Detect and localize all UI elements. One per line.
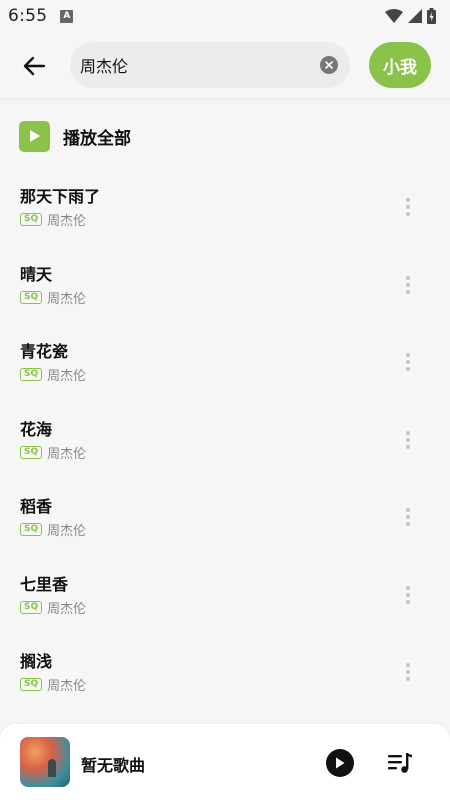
list-item[interactable]: 搁浅 SQ 周杰伦 [0, 633, 450, 711]
status-icons [385, 8, 436, 24]
song-title: 晴天 [20, 264, 53, 284]
song-title: 稻香 [20, 497, 53, 516]
search-header: 周杰伦 小我 [0, 40, 450, 90]
notification-icon: A [60, 9, 74, 23]
list-item[interactable]: 稻香 SQ 周杰伦 [0, 478, 450, 556]
play-icon [19, 120, 50, 152]
playlist-icon[interactable] [386, 751, 414, 775]
quality-badge: SQ [20, 290, 43, 304]
play-all-button[interactable]: 播放全部 [19, 118, 131, 154]
header-divider [0, 98, 450, 104]
signal-icon [408, 9, 422, 23]
close-icon [325, 61, 333, 69]
status-bar: 6:55 A [0, 0, 450, 32]
song-artist: 周杰伦 [47, 446, 87, 462]
song-title: 那天下雨了 [20, 187, 101, 206]
song-artist: 周杰伦 [47, 524, 87, 539]
mini-player[interactable]: 暂无歌曲 [0, 724, 450, 800]
more-options-button[interactable] [400, 584, 416, 606]
more-options-button[interactable] [400, 506, 416, 528]
list-item[interactable]: 晴天 SQ 周杰伦 [0, 246, 450, 324]
song-title: 搁浅 [20, 652, 53, 671]
song-list: 那天下雨了 SQ 周杰伦 晴天 SQ 周杰伦 青花瓷 SQ 周杰伦 花海 SQ 周杰伦 … [0, 168, 450, 711]
song-title: 花海 [20, 419, 53, 439]
player-play-button[interactable] [326, 749, 354, 777]
quality-badge: SQ [20, 600, 43, 614]
list-item[interactable]: 七里香 SQ 周杰伦 [0, 556, 450, 634]
more-options-button[interactable] [400, 661, 416, 683]
quality-badge: SQ [20, 368, 43, 381]
list-item[interactable]: 那天下雨了 SQ 周杰伦 [0, 168, 450, 246]
clear-search-button[interactable] [320, 56, 338, 74]
more-options-button[interactable] [400, 196, 416, 218]
more-options-button[interactable] [400, 274, 416, 296]
quality-badge: SQ [20, 445, 43, 459]
arrow-left-icon [23, 56, 46, 76]
quality-badge: SQ [20, 213, 43, 226]
song-artist: 周杰伦 [47, 601, 87, 617]
list-item[interactable]: 花海 SQ 周杰伦 [0, 401, 450, 479]
song-artist: 周杰伦 [47, 369, 87, 384]
song-title: 七里香 [20, 574, 69, 594]
play-all-label: 播放全部 [63, 128, 131, 149]
song-artist: 周杰伦 [47, 291, 87, 307]
now-playing-title: 暂无歌曲 [81, 756, 146, 775]
search-query: 周杰伦 [80, 57, 129, 76]
quality-badge: SQ [20, 523, 43, 536]
play-icon [336, 757, 345, 769]
quality-badge: SQ [20, 678, 43, 691]
wifi-icon [385, 9, 403, 23]
back-button[interactable] [18, 50, 50, 82]
battery-icon [427, 8, 436, 24]
album-cover[interactable] [20, 737, 70, 787]
more-options-button[interactable] [400, 429, 416, 451]
song-title: 青花瓷 [20, 342, 69, 361]
search-input[interactable]: 周杰伦 [70, 42, 350, 88]
status-time: 6:55 [8, 6, 48, 26]
list-item[interactable]: 青花瓷 SQ 周杰伦 [0, 323, 450, 401]
song-artist: 周杰伦 [47, 679, 87, 694]
user-button[interactable]: 小我 [369, 42, 431, 88]
more-options-button[interactable] [400, 351, 416, 373]
song-artist: 周杰伦 [47, 214, 87, 229]
